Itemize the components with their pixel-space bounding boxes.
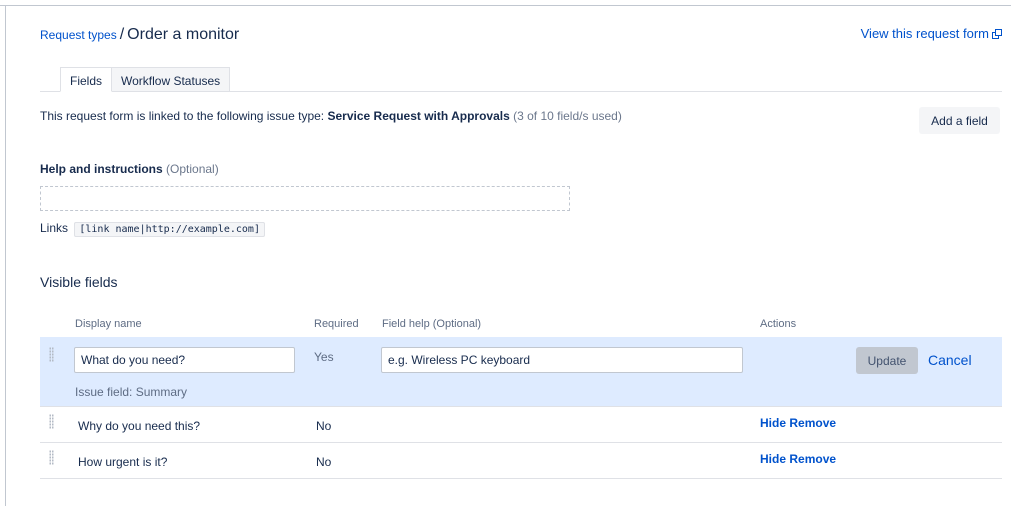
issue-field-label: Issue field: Summary (75, 385, 188, 399)
breadcrumb-request-types-link[interactable]: Request types (40, 28, 117, 42)
help-instructions-label: Help and instructions (40, 162, 163, 176)
breadcrumb-separator: / (119, 26, 125, 43)
field-required-value: No (316, 419, 332, 433)
fields-table-header: Display name Required Field help (Option… (40, 318, 1002, 334)
tab-fields[interactable]: Fields (60, 67, 113, 92)
frame-top-border (0, 5, 1011, 6)
frame-left-border (5, 5, 6, 506)
help-instructions-heading: Help and instructions (Optional) (40, 162, 219, 176)
column-required: Required (314, 318, 359, 330)
drag-handle-icon[interactable] (49, 450, 54, 465)
tabs-divider (40, 91, 1002, 92)
links-syntax-hint: Links [link name|http://example.com] (40, 221, 265, 237)
view-request-form-label: View this request form (860, 26, 989, 41)
add-field-button[interactable]: Add a field (919, 107, 1000, 134)
required-value: Yes (314, 350, 334, 364)
display-name-input[interactable] (74, 347, 295, 373)
column-actions: Actions (760, 318, 797, 330)
field-display-name: How urgent is it? (78, 455, 168, 469)
table-row: How urgent is it? No Hide Remove (40, 443, 1002, 479)
remove-link[interactable]: Remove (789, 416, 836, 430)
field-required-value: No (316, 455, 332, 469)
field-usage-count: (3 of 10 field/s used) (513, 109, 622, 123)
table-row: Why do you need this? No Hide Remove (40, 407, 1002, 443)
drag-handle-icon[interactable] (49, 414, 54, 429)
external-link-icon (992, 29, 1002, 39)
drag-handle-icon[interactable] (49, 347, 54, 362)
help-instructions-field[interactable] (40, 186, 570, 211)
cancel-link[interactable]: Cancel (928, 352, 972, 368)
tab-workflow-statuses[interactable]: Workflow Statuses (112, 67, 231, 92)
page-header: Request types / Order a monitor View this … (40, 26, 1002, 46)
field-help-input[interactable] (381, 347, 743, 373)
tab-bar: Fields Workflow Statuses (60, 67, 231, 92)
page-title: Order a monitor (127, 26, 240, 43)
update-button[interactable]: Update (856, 347, 918, 374)
hide-link[interactable]: Hide (760, 452, 786, 466)
hide-link[interactable]: Hide (760, 416, 786, 430)
remove-link[interactable]: Remove (789, 452, 836, 466)
field-display-name: Why do you need this? (78, 419, 201, 433)
view-request-form-link[interactable]: View this request form (861, 26, 1002, 41)
column-field-help: Field help (Optional) (382, 318, 482, 330)
linked-info-prefix: This request form is linked to the follo… (40, 109, 325, 123)
row-actions: Hide Remove (760, 416, 836, 430)
help-optional-label: (Optional) (166, 162, 219, 176)
links-syntax-code: [link name|http://example.com] (74, 222, 265, 237)
links-label: Links (40, 221, 69, 235)
linked-issue-type: Service Request with Approvals (327, 109, 510, 123)
visible-fields-title: Visible fields (40, 274, 118, 290)
column-display-name: Display name (75, 318, 142, 330)
table-row-editing: Issue field: Summary Yes Update Cancel (40, 337, 1002, 407)
linked-issue-type-info: This request form is linked to the follo… (40, 109, 622, 123)
row-actions: Hide Remove (760, 452, 836, 466)
